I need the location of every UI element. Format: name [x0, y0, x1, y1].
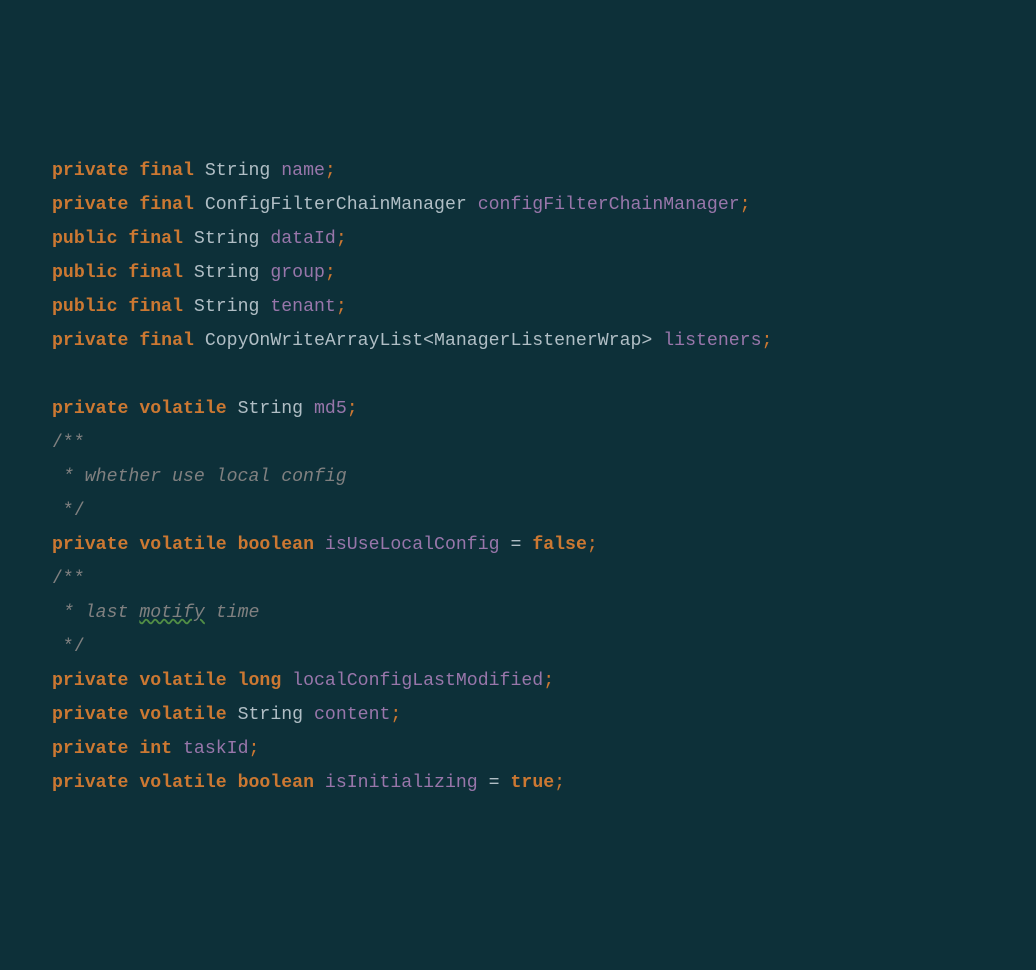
keyword-long: long — [238, 671, 282, 691]
keyword-private: private — [52, 773, 128, 793]
code-line: public final String dataId; — [52, 222, 1036, 256]
javadoc-open: /** — [52, 433, 85, 453]
type-cowal: CopyOnWriteArrayList — [205, 331, 423, 351]
type-string: String — [205, 161, 271, 181]
semicolon: ; — [587, 535, 598, 555]
field-name: name — [281, 161, 325, 181]
comment-line: */ — [52, 494, 1036, 528]
keyword-volatile: volatile — [139, 671, 226, 691]
keyword-volatile: volatile — [139, 535, 226, 555]
code-line: private final ConfigFilterChainManager c… — [52, 188, 1036, 222]
comment-line: */ — [52, 630, 1036, 664]
semicolon: ; — [249, 739, 260, 759]
code-line: private final String name; — [52, 154, 1036, 188]
generic-close: > — [641, 331, 652, 351]
semicolon: ; — [336, 297, 347, 317]
keyword-final: final — [128, 263, 183, 283]
semicolon: ; — [762, 331, 773, 351]
keyword-volatile: volatile — [139, 399, 226, 419]
equals-operator: = — [489, 773, 500, 793]
comment-line: /** — [52, 562, 1036, 596]
comment-line: /** — [52, 426, 1036, 460]
semicolon: ; — [325, 161, 336, 181]
type-string: String — [194, 263, 260, 283]
code-line: private volatile boolean isInitializing … — [52, 766, 1036, 800]
javadoc-body-suffix: time — [205, 603, 260, 623]
generic-open: < — [423, 331, 434, 351]
keyword-private: private — [52, 705, 128, 725]
type-string: String — [194, 229, 260, 249]
comment-line: * last motify time — [52, 596, 1036, 630]
code-line: private final CopyOnWriteArrayList<Manag… — [52, 324, 1036, 358]
keyword-int: int — [139, 739, 172, 759]
keyword-private: private — [52, 535, 128, 555]
keyword-final: final — [139, 161, 194, 181]
literal-true: true — [510, 773, 554, 793]
comment-line: * whether use local config — [52, 460, 1036, 494]
type-cfcm: ConfigFilterChainManager — [205, 195, 467, 215]
field-content: content — [314, 705, 390, 725]
javadoc-open: /** — [52, 569, 85, 589]
semicolon: ; — [336, 229, 347, 249]
field-group: group — [270, 263, 325, 283]
type-string: String — [194, 297, 260, 317]
javadoc-close: */ — [52, 637, 85, 657]
keyword-volatile: volatile — [139, 773, 226, 793]
keyword-public: public — [52, 297, 118, 317]
code-line: private volatile long localConfigLastMod… — [52, 664, 1036, 698]
keyword-final: final — [128, 297, 183, 317]
keyword-private: private — [52, 671, 128, 691]
field-cfcm: configFilterChainManager — [478, 195, 740, 215]
code-line: private volatile String md5; — [52, 392, 1036, 426]
keyword-public: public — [52, 263, 118, 283]
semicolon: ; — [325, 263, 336, 283]
semicolon: ; — [347, 399, 358, 419]
keyword-private: private — [52, 161, 128, 181]
type-string: String — [238, 705, 304, 725]
keyword-volatile: volatile — [139, 705, 226, 725]
code-line: public final String group; — [52, 256, 1036, 290]
keyword-final: final — [139, 195, 194, 215]
keyword-boolean: boolean — [238, 535, 314, 555]
field-taskId: taskId — [183, 739, 249, 759]
field-isInitializing: isInitializing — [325, 773, 478, 793]
semicolon: ; — [740, 195, 751, 215]
code-editor[interactable]: private final String name;private final … — [52, 154, 1036, 800]
field-tenant: tenant — [270, 297, 336, 317]
code-line: public final String tenant; — [52, 290, 1036, 324]
javadoc-body: * whether use local config — [52, 467, 347, 487]
keyword-boolean: boolean — [238, 773, 314, 793]
code-line: private volatile boolean isUseLocalConfi… — [52, 528, 1036, 562]
semicolon: ; — [554, 773, 565, 793]
code-line: private int taskId; — [52, 732, 1036, 766]
keyword-private: private — [52, 399, 128, 419]
keyword-private: private — [52, 331, 128, 351]
literal-false: false — [532, 535, 587, 555]
keyword-private: private — [52, 195, 128, 215]
semicolon: ; — [543, 671, 554, 691]
field-localConfigLastModified: localConfigLastModified — [292, 671, 543, 691]
keyword-final: final — [128, 229, 183, 249]
keyword-private: private — [52, 739, 128, 759]
equals-operator: = — [510, 535, 521, 555]
field-listeners: listeners — [663, 331, 761, 351]
blank-line — [52, 358, 1036, 392]
code-line: private volatile String content; — [52, 698, 1036, 732]
field-md5: md5 — [314, 399, 347, 419]
typo-word: motify — [139, 603, 205, 623]
keyword-public: public — [52, 229, 118, 249]
javadoc-body-prefix: * last — [52, 603, 139, 623]
keyword-final: final — [139, 331, 194, 351]
type-string: String — [238, 399, 304, 419]
type-mlw: ManagerListenerWrap — [434, 331, 641, 351]
field-dataId: dataId — [270, 229, 336, 249]
semicolon: ; — [390, 705, 401, 725]
field-isUseLocalConfig: isUseLocalConfig — [325, 535, 500, 555]
javadoc-close: */ — [52, 501, 85, 521]
